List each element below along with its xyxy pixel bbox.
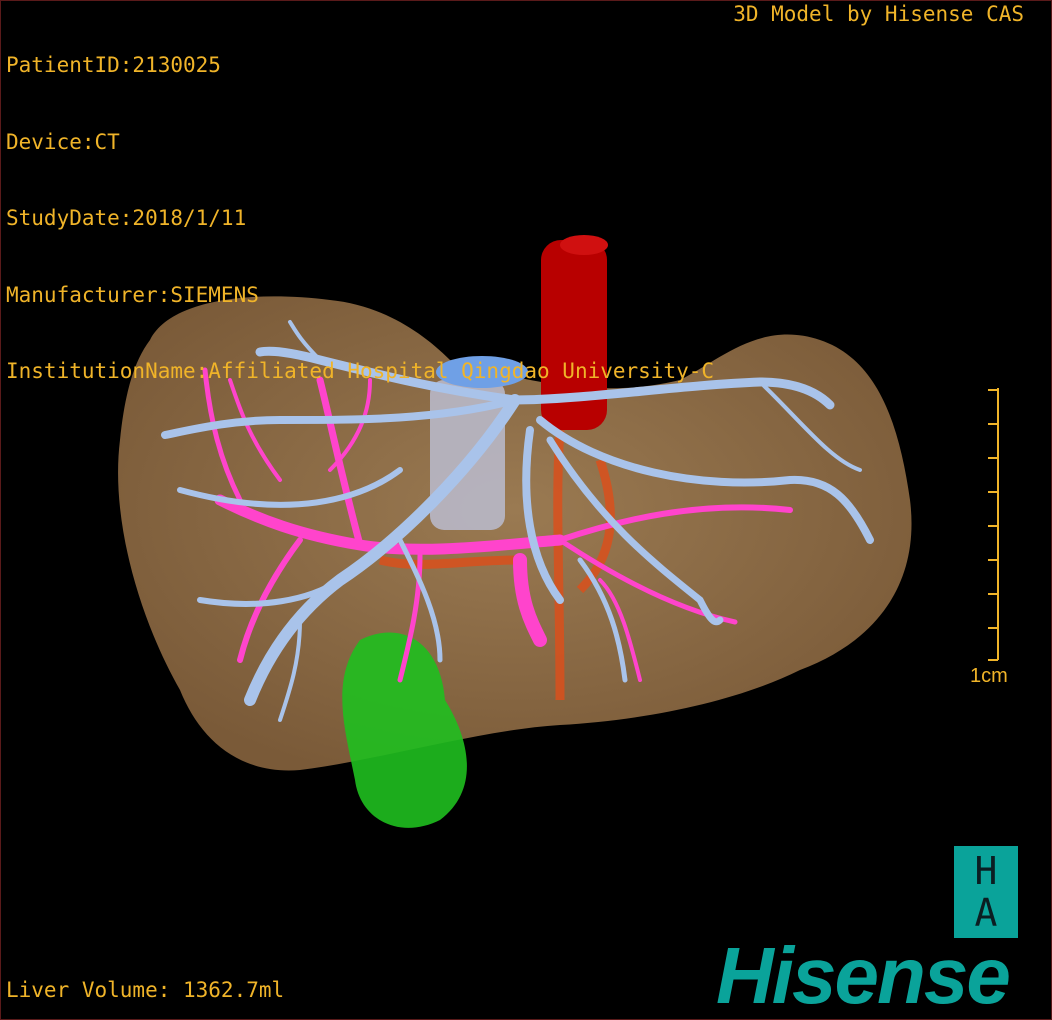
hisense-logo: Hisense xyxy=(716,931,1011,1020)
device-text: Device:CT xyxy=(6,129,120,154)
study-date-text: StudyDate:2018/1/11 xyxy=(6,206,247,230)
scale-bar-label: 1cm xyxy=(970,665,1008,687)
liver-volume-text: Liver Volume: 1362.7ml xyxy=(6,978,285,1002)
model-credit-text: 3D Model by Hisense CAS xyxy=(733,2,1024,26)
ha-logo-letter-bottom: A xyxy=(974,891,998,935)
dicom-info-overlay: PatientID:2130025 Device:CT StudyDate:20… xyxy=(6,2,714,410)
ha-logo: H A xyxy=(954,846,1018,938)
ha-logo-letter-top: H xyxy=(974,849,998,893)
institution-text: InstitutionName:Affiliated Hospital Qing… xyxy=(6,359,715,383)
manufacturer-text: Manufacturer:SIEMENS xyxy=(6,282,259,307)
patient-id-text: PatientID:2130025 xyxy=(6,53,221,77)
